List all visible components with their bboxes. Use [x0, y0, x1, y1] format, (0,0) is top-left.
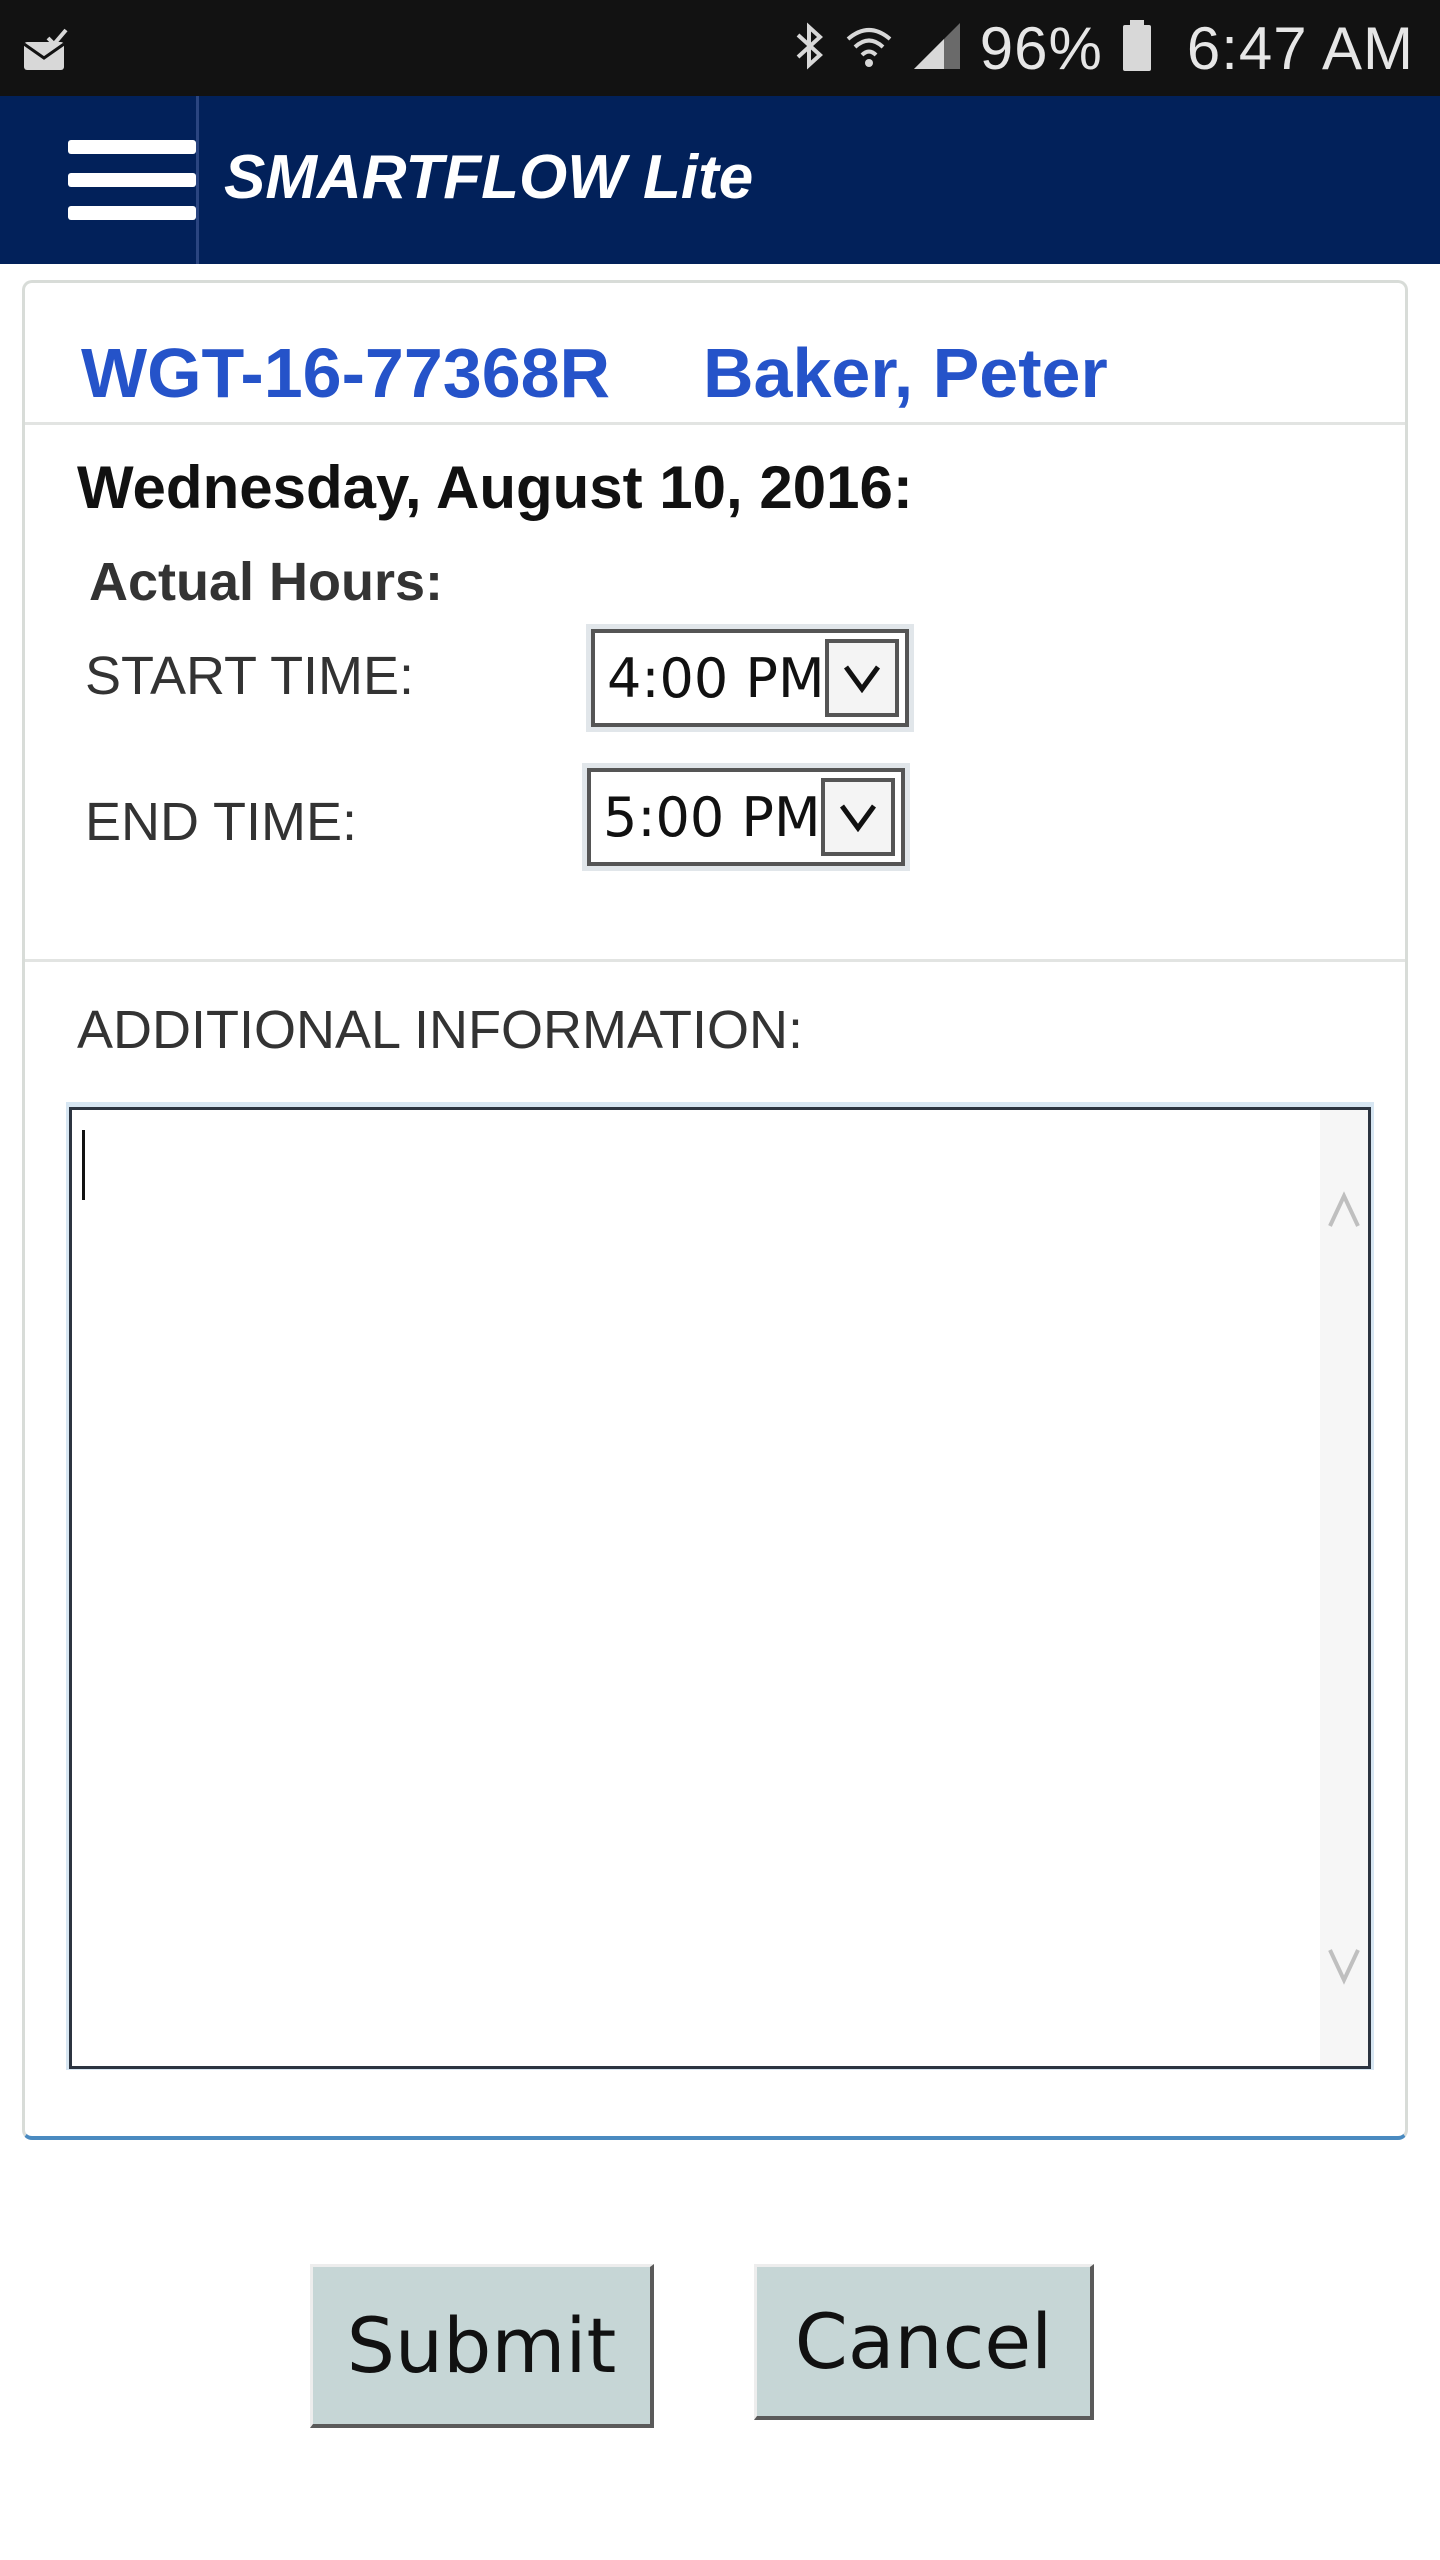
textarea-scrollbar[interactable] — [1320, 1110, 1368, 2066]
start-time-value: 4:00 PM — [607, 647, 825, 710]
start-time-label: START TIME: — [85, 646, 415, 706]
start-time-select[interactable]: 4:00 PM — [591, 629, 909, 727]
additional-info-textarea[interactable] — [69, 1107, 1371, 2069]
clock: 6:47 AM — [1186, 14, 1414, 82]
scroll-up-icon[interactable] — [1328, 1190, 1360, 1230]
battery-percentage: 96% — [979, 14, 1103, 82]
app-bar-divider — [196, 96, 199, 264]
text-caret — [82, 1130, 85, 1200]
actual-hours-label: Actual Hours: — [89, 552, 444, 612]
chevron-down-icon[interactable] — [821, 778, 895, 856]
section-divider — [25, 959, 1405, 962]
submit-button[interactable]: Submit — [310, 2264, 654, 2428]
card-header: WGT-16-77368R Baker, Peter — [25, 283, 1405, 425]
battery-icon — [1121, 19, 1153, 77]
status-bar-right: 96% 6:47 AM — [792, 0, 1414, 96]
cancel-button[interactable]: Cancel — [754, 2264, 1094, 2420]
time-entry-card: WGT-16-77368R Baker, Peter Wednesday, Au… — [22, 280, 1408, 2140]
end-time-select[interactable]: 5:00 PM — [587, 768, 905, 866]
work-order-number: WGT-16-77368R — [81, 334, 611, 412]
end-time-label: END TIME: — [85, 792, 358, 852]
bluetooth-icon — [792, 21, 826, 76]
status-bar: 96% 6:47 AM — [0, 0, 1440, 96]
wifi-icon — [844, 21, 894, 76]
client-name: Baker, Peter — [703, 334, 1108, 412]
mail-check-icon — [22, 28, 70, 72]
signal-icon — [912, 21, 962, 76]
end-time-value: 5:00 PM — [603, 786, 821, 849]
app-title: SMARTFLOW Lite — [224, 143, 754, 212]
app-bar: SMARTFLOW Lite — [0, 96, 1440, 264]
hamburger-menu-icon[interactable] — [68, 140, 196, 220]
chevron-down-icon[interactable] — [825, 639, 899, 717]
date-heading: Wednesday, August 10, 2016: — [77, 454, 913, 521]
scroll-down-icon[interactable] — [1328, 1946, 1360, 1986]
additional-info-label: ADDITIONAL INFORMATION: — [77, 1000, 804, 1060]
